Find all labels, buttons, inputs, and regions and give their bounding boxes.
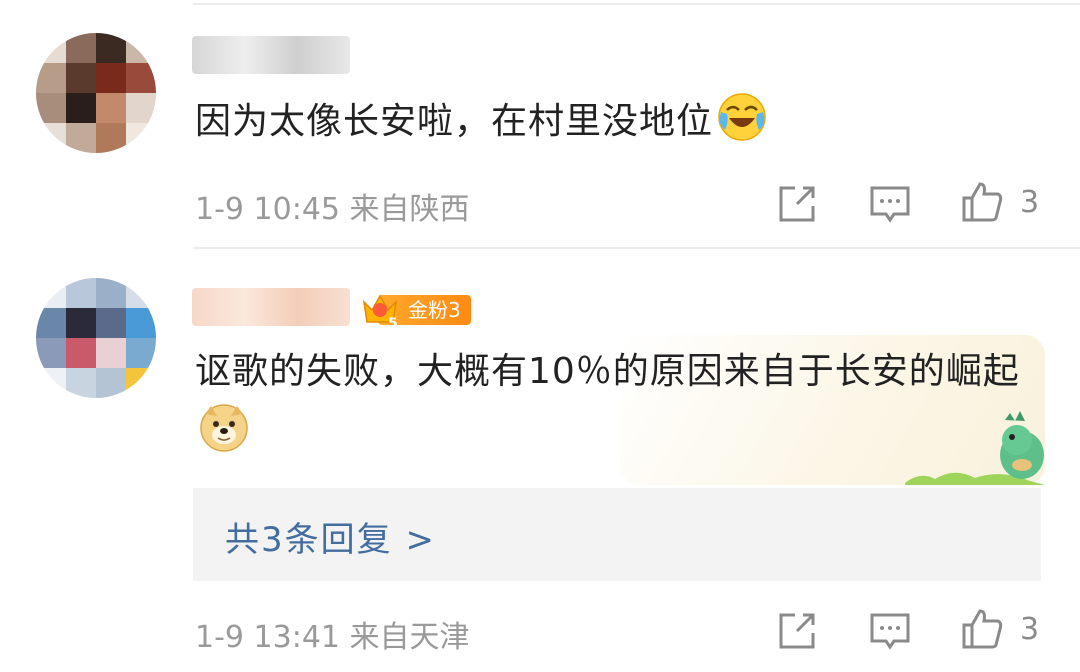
- comment-text-content: 因为太像长安啦，在村里没地位: [195, 101, 714, 142]
- doge-emoji: [199, 402, 249, 452]
- laughing-crying-emoji: [717, 92, 767, 142]
- avatar[interactable]: [36, 278, 156, 398]
- comment-meta: 1-9 13:41 来自天津: [195, 612, 470, 656]
- replies-box[interactable]: 共3条回复 >: [193, 488, 1041, 581]
- like-count: 3: [1020, 185, 1040, 220]
- fan-badge[interactable]: 5 金粉3: [360, 290, 471, 332]
- comment-text: 因为太像长安啦，在村里没地位: [195, 92, 767, 152]
- comment-icon[interactable]: [868, 182, 912, 226]
- share-icon[interactable]: [775, 182, 819, 226]
- like-icon[interactable]: [960, 607, 1004, 651]
- username-blurred[interactable]: [192, 288, 350, 326]
- share-icon[interactable]: [775, 609, 819, 653]
- like-icon[interactable]: [960, 180, 1004, 224]
- view-replies-link[interactable]: 共3条回复 >: [225, 512, 436, 561]
- username-blurred[interactable]: [192, 36, 350, 74]
- comment-time: 1-9 10:45: [195, 192, 340, 227]
- crown-icon: 5: [360, 290, 400, 332]
- like-count: 3: [1020, 612, 1040, 647]
- comment-location: 来自天津: [349, 620, 470, 655]
- avatar[interactable]: [36, 33, 156, 153]
- comment-divider: [193, 247, 1080, 249]
- comment-icon[interactable]: [868, 609, 912, 653]
- comment-text-content: 讴歌的失败，大概有10％的原因来自于长安的崛起: [195, 351, 1020, 392]
- badge-level: 5: [388, 316, 398, 330]
- comment-time: 1-9 13:41: [195, 620, 340, 655]
- comment-meta: 1-9 10:45 来自陕西: [195, 184, 470, 228]
- top-divider: [193, 3, 1080, 5]
- comment-location: 来自陕西: [349, 192, 470, 227]
- comment-text: 讴歌的失败，大概有10％的原因来自于长安的崛起: [195, 342, 1025, 462]
